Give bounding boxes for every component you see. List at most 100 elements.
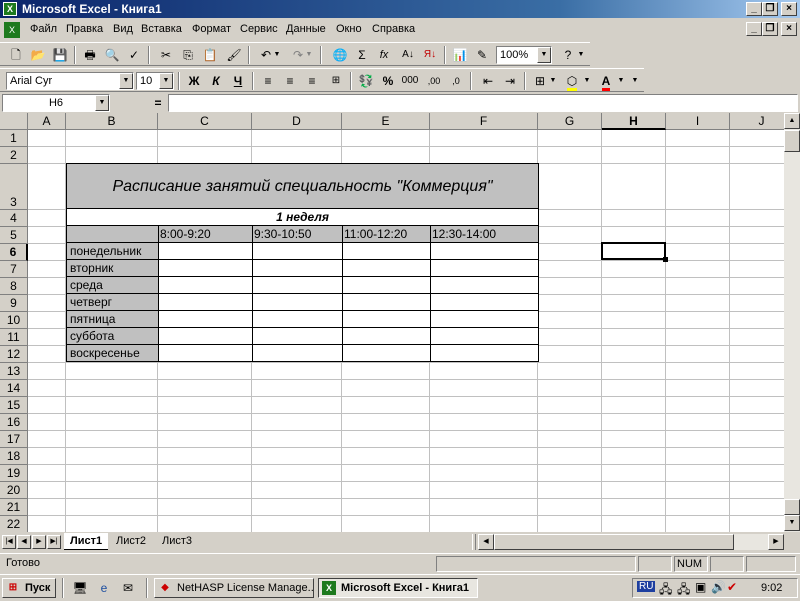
column-header-f[interactable]: F [430,113,538,130]
day-label[interactable]: воскресенье [66,344,159,362]
spelling-icon[interactable]: ✓ [124,46,144,64]
language-indicator[interactable]: RU [637,581,656,592]
hyperlink-icon[interactable]: 🌐 [330,46,350,64]
antivirus-icon[interactable]: ✔ [727,580,737,594]
font-select[interactable]: Arial Cyr ▼ [6,72,134,90]
menu-help[interactable]: Справка [372,23,415,35]
schedule-cell[interactable] [158,344,253,362]
schedule-cell[interactable] [158,310,253,328]
sort-descending-icon[interactable]: Я↓ [420,46,440,64]
sheet-tab-3[interactable]: Лист3 [156,533,198,550]
schedule-cell[interactable] [342,276,431,294]
align-right-icon[interactable]: ≡ [302,72,322,90]
schedule-cell[interactable] [252,276,343,294]
day-label[interactable]: вторник [66,259,159,277]
row-header-6[interactable]: 6 [0,244,28,261]
time-slot-header[interactable]: 9:30-10:50 [252,225,343,243]
schedule-cell[interactable] [342,293,431,311]
schedule-cell[interactable] [430,327,539,345]
schedule-cell[interactable] [252,310,343,328]
italic-button[interactable]: К [206,72,226,90]
excel-app-icon[interactable]: X [3,2,17,16]
horizontal-scrollbar[interactable]: ◀ ▶ [478,534,784,550]
schedule-cell[interactable] [252,293,343,311]
schedule-cell[interactable] [158,293,253,311]
split-box[interactable] [784,499,800,515]
scroll-thumb[interactable] [784,130,800,152]
schedule-title-cell[interactable]: Расписание занятий специальность "Коммер… [66,163,539,209]
schedule-cell[interactable] [430,310,539,328]
row-header-8[interactable]: 8 [0,278,28,295]
formula-input[interactable] [168,94,798,112]
doc-restore-button[interactable]: ❐ [762,22,778,36]
row-header-15[interactable]: 15 [0,397,28,414]
day-label[interactable]: среда [66,276,159,294]
zoom-select[interactable]: 100% ▼ [496,46,552,64]
menu-edit[interactable]: Правка [66,23,103,35]
schedule-cell[interactable] [252,344,343,362]
tab-split-handle[interactable] [472,534,476,550]
toolbar-options-icon[interactable]: ▼ [576,46,586,64]
name-box[interactable]: H6 ▼ [2,94,110,112]
row-header-22[interactable]: 22 [0,516,28,532]
doc-minimize-button[interactable]: _ [746,22,762,36]
workbook-icon[interactable]: X [4,22,20,38]
row-header-5[interactable]: 5 [0,227,28,244]
schedule-cell[interactable] [252,259,343,277]
sort-ascending-icon[interactable]: A↓ [398,46,418,64]
chevron-down-icon[interactable]: ▼ [159,73,173,89]
row-header-12[interactable]: 12 [0,346,28,363]
row-header-1[interactable]: 1 [0,130,28,147]
column-header-b[interactable]: B [66,113,158,130]
new-icon[interactable]: 🗋 [6,46,26,64]
vertical-scrollbar[interactable]: ▲ ▼ [784,113,800,532]
cut-icon[interactable]: ✂ [156,46,176,64]
column-header-h[interactable]: H [602,113,666,130]
column-header-a[interactable]: A [28,113,66,130]
row-header-4[interactable]: 4 [0,210,28,227]
scroll-left-icon[interactable]: ◀ [478,534,494,550]
prev-sheet-icon[interactable]: ◀ [17,535,31,549]
h-scroll-thumb[interactable] [494,534,734,550]
fill-color-dropdown-icon[interactable]: ▼ [582,72,592,90]
bold-button[interactable]: Ж [184,72,204,90]
borders-icon[interactable]: ⊞ [530,72,550,90]
day-label[interactable]: четверг [66,293,159,311]
underline-button[interactable]: Ч [228,72,248,90]
toolbar-options-icon[interactable]: ▼ [630,72,640,90]
schedule-cell[interactable] [430,259,539,277]
schedule-cell[interactable] [158,327,253,345]
scroll-right-icon[interactable]: ▶ [768,534,784,550]
schedule-cell[interactable] [252,242,343,260]
menu-view[interactable]: Вид [113,23,133,35]
copy-icon[interactable]: ⎘ [178,46,198,64]
chevron-down-icon[interactable]: ▼ [119,73,133,89]
display-icon[interactable]: ▣ [695,580,706,594]
time-slot-header[interactable]: 11:00-12:20 [342,225,431,243]
row-header-2[interactable]: 2 [0,147,28,164]
menu-format[interactable]: Формат [192,23,231,35]
schedule-cell[interactable] [342,327,431,345]
align-center-icon[interactable]: ≡ [280,72,300,90]
font-color-dropdown-icon[interactable]: ▼ [616,72,626,90]
schedule-cell[interactable] [430,344,539,362]
equals-button[interactable]: = [150,95,166,111]
day-label[interactable]: пятница [66,310,159,328]
sheet-tab-2[interactable]: Лист2 [110,533,152,550]
borders-dropdown-icon[interactable]: ▼ [548,72,558,90]
first-sheet-icon[interactable]: |◀ [2,535,16,549]
schedule-cell[interactable] [430,293,539,311]
help-icon[interactable]: ? [558,46,578,64]
network-icon[interactable]: 🖧 [677,580,690,601]
print-preview-icon[interactable]: 🔍 [102,46,122,64]
start-button[interactable]: ⊞ Пуск [2,578,56,598]
close-button[interactable]: × [781,2,797,16]
chart-wizard-icon[interactable]: 📊 [450,46,470,64]
decrease-indent-icon[interactable]: ⇤ [478,72,498,90]
undo-dropdown-icon[interactable]: ▼ [272,46,282,64]
row-header-18[interactable]: 18 [0,448,28,465]
row-header-13[interactable]: 13 [0,363,28,380]
schedule-cell[interactable] [342,344,431,362]
next-sheet-icon[interactable]: ▶ [32,535,46,549]
align-left-icon[interactable]: ≡ [258,72,278,90]
